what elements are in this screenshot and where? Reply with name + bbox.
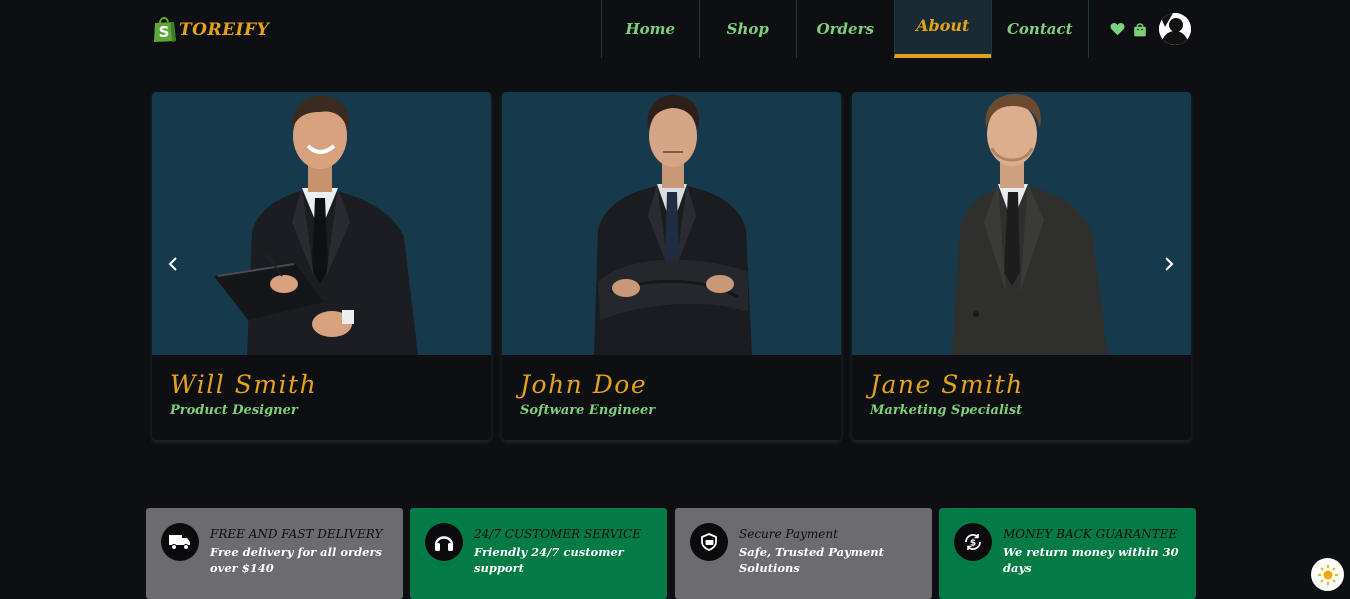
main-nav: Home Shop Orders About Contact bbox=[601, 0, 1089, 58]
feature-card-payment: Secure Payment Safe, Trusted Payment Sol… bbox=[675, 508, 932, 599]
truck-icon bbox=[161, 523, 199, 561]
team-card: Jane Smith Marketing Specialist bbox=[852, 92, 1191, 440]
header-actions bbox=[1110, 13, 1191, 45]
chevron-right-icon bbox=[1165, 257, 1174, 271]
sun-icon bbox=[1317, 564, 1338, 585]
team-member-photo bbox=[152, 92, 491, 355]
brand-logo[interactable]: S TOREIFY bbox=[152, 14, 269, 44]
header: S TOREIFY Home Shop Orders About Contact bbox=[0, 0, 1350, 58]
nav-orders[interactable]: Orders bbox=[796, 0, 894, 58]
feature-description: Safe, Trusted Payment Solutions bbox=[739, 545, 884, 575]
nav-contact[interactable]: Contact bbox=[991, 0, 1089, 58]
feature-title: 24/7 CUSTOMER SERVICE bbox=[474, 527, 641, 541]
feature-card-support: 24/7 CUSTOMER SERVICE Friendly 24/7 cust… bbox=[410, 508, 667, 599]
team-member-role: Software Engineer bbox=[520, 403, 656, 418]
carousel-next-button[interactable] bbox=[1159, 254, 1179, 274]
carousel-prev-button[interactable] bbox=[163, 254, 183, 274]
brand-name: TOREIFY bbox=[179, 20, 270, 40]
feature-title: FREE AND FAST DELIVERY bbox=[210, 527, 383, 541]
nav-home[interactable]: Home bbox=[601, 0, 699, 58]
nav-about[interactable]: About bbox=[893, 0, 991, 58]
money-back-icon: $ bbox=[954, 523, 992, 561]
heart-icon[interactable] bbox=[1110, 22, 1125, 36]
user-avatar[interactable] bbox=[1159, 13, 1191, 45]
chevron-left-icon bbox=[168, 257, 177, 271]
feature-title: MONEY BACK GUARANTEE bbox=[1003, 527, 1178, 541]
team-member-name: John Doe bbox=[520, 370, 648, 399]
feature-description: We return money within 30 days bbox=[1003, 545, 1179, 575]
brand-logo-letter: S bbox=[159, 23, 170, 41]
team-member-name: Will Smith bbox=[170, 370, 318, 399]
svg-text:$: $ bbox=[970, 539, 976, 549]
shopping-bag-logo-icon: S bbox=[152, 15, 178, 43]
secure-payment-icon bbox=[690, 523, 728, 561]
feature-description: Free delivery for all orders over $140 bbox=[210, 545, 382, 575]
team-member-photo bbox=[852, 92, 1191, 355]
feature-card-delivery: FREE AND FAST DELIVERY Free delivery for… bbox=[146, 508, 403, 599]
feature-card-money-back: $ MONEY BACK GUARANTEE We return money w… bbox=[939, 508, 1196, 599]
team-card: John Doe Software Engineer bbox=[502, 92, 841, 440]
nav-shop[interactable]: Shop bbox=[698, 0, 797, 58]
team-carousel: Will Smith Product Designer John Doe Sof… bbox=[152, 92, 1192, 440]
theme-toggle-button[interactable] bbox=[1311, 558, 1344, 591]
features-row: FREE AND FAST DELIVERY Free delivery for… bbox=[146, 508, 1196, 599]
team-member-photo bbox=[502, 92, 841, 355]
team-card: Will Smith Product Designer bbox=[152, 92, 491, 440]
team-member-role: Product Designer bbox=[170, 403, 298, 418]
team-member-role: Marketing Specialist bbox=[870, 403, 1023, 418]
team-member-name: Jane Smith bbox=[870, 370, 1024, 399]
feature-title: Secure Payment bbox=[739, 527, 838, 541]
feature-description: Friendly 24/7 customer support bbox=[474, 545, 624, 575]
headphones-icon bbox=[425, 523, 463, 561]
shopping-bag-icon[interactable] bbox=[1133, 22, 1147, 37]
